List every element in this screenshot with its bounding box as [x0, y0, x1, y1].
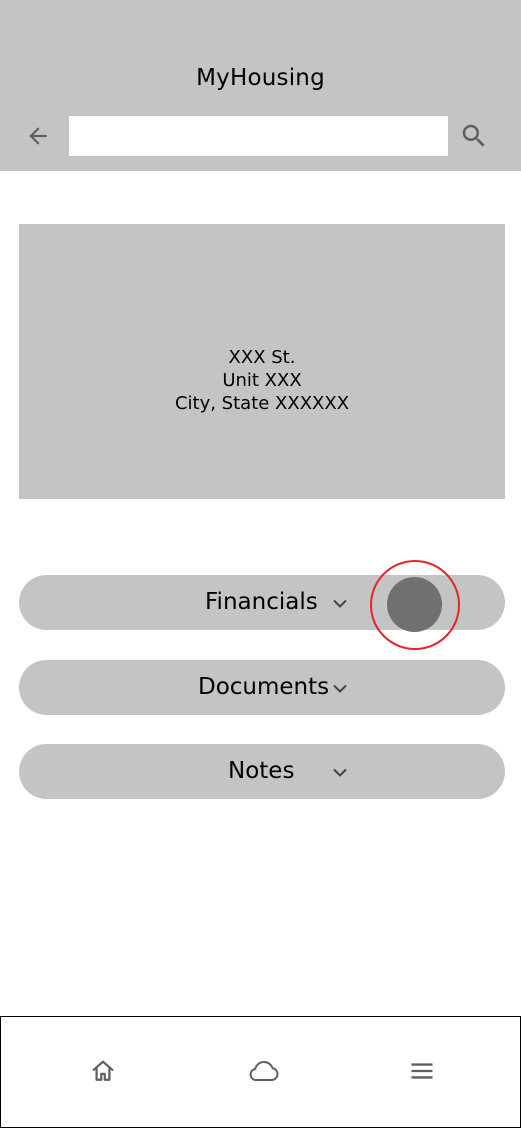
address-unit: Unit XXX: [222, 370, 302, 391]
search-button[interactable]: [456, 118, 492, 154]
cloud-icon: [249, 1061, 279, 1081]
back-button[interactable]: [22, 120, 54, 152]
address-street: XXX St.: [228, 347, 296, 368]
search-icon: [462, 124, 485, 147]
property-address: XXX St. Unit XXX City, State XXXXXX: [19, 346, 505, 415]
arrow-left-icon: [29, 127, 47, 145]
address-city-state-zip: City, State XXXXXX: [174, 393, 350, 414]
chevron-down-icon: [333, 684, 347, 693]
notes-label: Notes: [228, 758, 295, 784]
top-app-bar: MyHousing: [0, 0, 521, 171]
nav-cloud-button[interactable]: [243, 1053, 283, 1089]
financials-label: Financials: [205, 589, 318, 615]
menu-icon: [411, 1063, 433, 1079]
app-title: MyHousing: [196, 65, 325, 91]
chevron-down-icon: [333, 768, 347, 777]
bottom-navigation-bar: [0, 1016, 521, 1128]
home-icon: [92, 1060, 114, 1081]
search-input[interactable]: [69, 116, 448, 156]
documents-label: Documents: [198, 674, 330, 700]
nav-home-button[interactable]: [83, 1053, 123, 1089]
nav-menu-button[interactable]: [402, 1053, 442, 1089]
notes-dropdown[interactable]: Notes: [19, 744, 505, 799]
chevron-down-icon: [333, 599, 347, 608]
touch-indicator: [387, 577, 442, 632]
property-address-card[interactable]: XXX St. Unit XXX City, State XXXXXX: [19, 224, 505, 499]
documents-dropdown[interactable]: Documents: [19, 660, 505, 715]
